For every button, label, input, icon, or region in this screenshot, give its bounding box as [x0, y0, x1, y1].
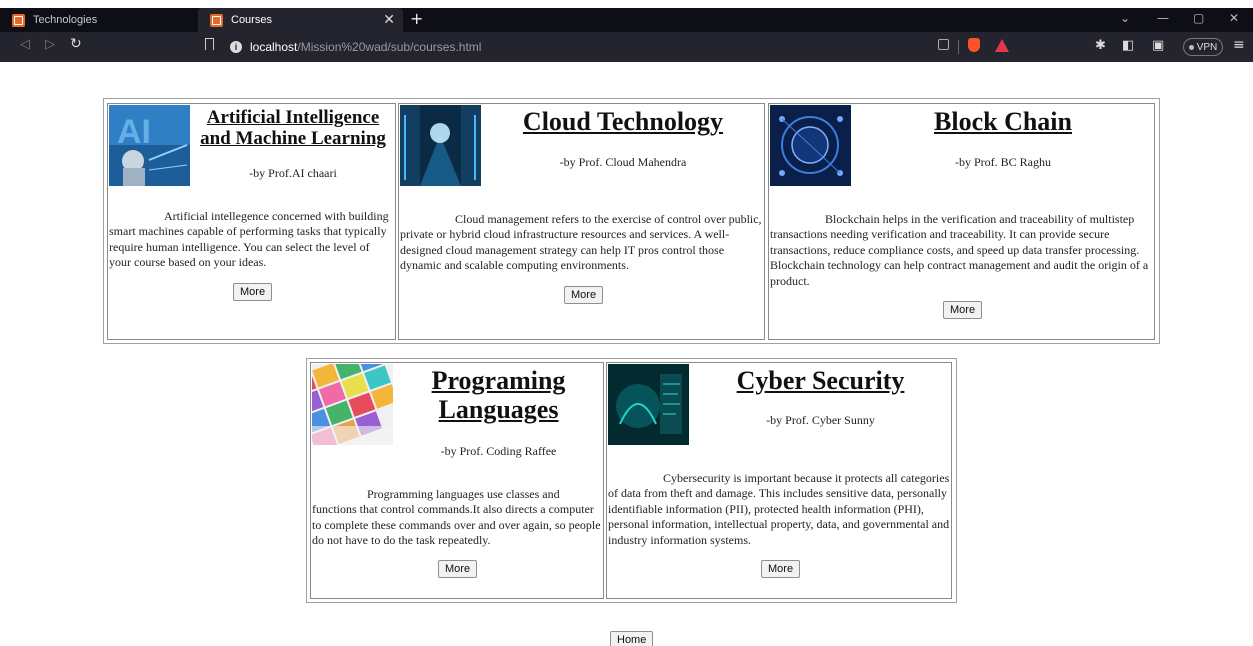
- brave-rewards-icon[interactable]: [995, 39, 1009, 52]
- course-description: Programming languages use classes and fu…: [312, 487, 601, 548]
- tab-label: Courses: [231, 14, 272, 26]
- vpn-button[interactable]: VPN: [1183, 38, 1223, 56]
- site-info-icon[interactable]: i: [230, 41, 242, 53]
- course-card-cybersecurity: Cyber Security -by Prof. Cyber Sunny Cyb…: [606, 362, 952, 599]
- course-title: Programing Languages: [431, 366, 566, 424]
- svg-text:AI: AI: [117, 113, 151, 151]
- address-bar[interactable]: i localhost /Mission%20wad/sub/courses.h…: [230, 36, 1020, 58]
- course-professor: -by Prof. Cyber Sunny: [766, 413, 875, 427]
- ai-course-image: AI: [109, 105, 190, 186]
- toolbar-divider: [958, 40, 959, 54]
- browser-toolbar: ◁ ▷ ↻ i localhost /Mission%20wad/sub/cou…: [0, 32, 1253, 62]
- xampp-favicon-icon: [210, 13, 223, 27]
- course-title: Cloud Technology: [522, 107, 724, 136]
- share-icon[interactable]: [938, 39, 949, 50]
- new-tab-icon[interactable]: +: [410, 9, 423, 28]
- course-professor: -by Prof. Coding Raffee: [440, 444, 557, 458]
- course-professor: -by Prof. Cloud Mahendra: [559, 155, 687, 169]
- url-host: localhost: [250, 40, 298, 54]
- cybersecurity-course-image: [608, 364, 689, 445]
- forward-icon[interactable]: ▷: [45, 37, 55, 52]
- course-card-ai-ml: AI Artificial Intelligence and Machine L…: [107, 103, 396, 340]
- url-path: /Mission%20wad/sub/courses.html: [297, 40, 482, 54]
- course-card-cloud: Cloud Technology -by Prof. Cloud Mahendr…: [398, 103, 765, 340]
- course-description: Cloud management refers to the exercise …: [400, 212, 762, 273]
- close-window-icon[interactable]: ✕: [1229, 11, 1239, 25]
- tab-strip: Technologies Courses ✕ + ⌄ — ▢ ✕: [0, 8, 1253, 32]
- xampp-favicon-icon: [12, 13, 25, 27]
- course-description: Artificial intellegence concerned with b…: [109, 209, 389, 270]
- restore-icon[interactable]: ▢: [1193, 11, 1204, 25]
- more-button[interactable]: More: [438, 560, 478, 578]
- extensions-icon[interactable]: ✱: [1095, 38, 1106, 53]
- tab-label: Technologies: [33, 14, 98, 26]
- course-professor: -by Prof.AI chaari: [249, 166, 337, 180]
- course-title: Artificial Intelligence and Machine Lear…: [200, 107, 386, 149]
- course-card-programming: Programing Languages -by Prof. Coding Ra…: [310, 362, 604, 599]
- course-description: Cybersecurity is important because it pr…: [608, 471, 950, 547]
- back-icon[interactable]: ◁: [20, 37, 30, 52]
- course-title: Block Chain: [934, 107, 1072, 136]
- tab-search-chevron-icon[interactable]: ⌄: [1120, 11, 1130, 25]
- vpn-status-icon: [1188, 44, 1194, 50]
- course-professor: -by Prof. BC Raghu: [955, 155, 1051, 169]
- tab-technologies[interactable]: Technologies: [12, 8, 197, 32]
- course-title: Cyber Security: [736, 366, 905, 395]
- vpn-label: VPN: [1196, 41, 1218, 53]
- brave-shields-icon[interactable]: [968, 38, 980, 52]
- sidebar-icon[interactable]: ◧: [1122, 38, 1134, 53]
- more-button[interactable]: More: [564, 286, 604, 304]
- course-description: Blockchain helps in the verification and…: [770, 212, 1149, 288]
- wallet-icon[interactable]: ▣: [1152, 38, 1164, 53]
- more-button[interactable]: More: [943, 301, 983, 319]
- close-tab-icon[interactable]: ✕: [383, 11, 395, 28]
- more-button[interactable]: More: [761, 560, 801, 578]
- programming-course-image: [312, 364, 393, 445]
- bookmark-icon[interactable]: [205, 38, 214, 50]
- menu-icon[interactable]: ≡: [1233, 37, 1245, 53]
- reload-icon[interactable]: ↻: [70, 36, 82, 52]
- minimize-icon[interactable]: —: [1157, 11, 1169, 25]
- blockchain-course-image: [770, 105, 851, 186]
- more-button[interactable]: More: [233, 283, 273, 301]
- home-button[interactable]: Home: [610, 631, 654, 646]
- tab-courses[interactable]: Courses ✕: [198, 8, 403, 32]
- cloud-course-image: [400, 105, 481, 186]
- course-card-blockchain: Block Chain -by Prof. BC Raghu Blockchai…: [768, 103, 1155, 340]
